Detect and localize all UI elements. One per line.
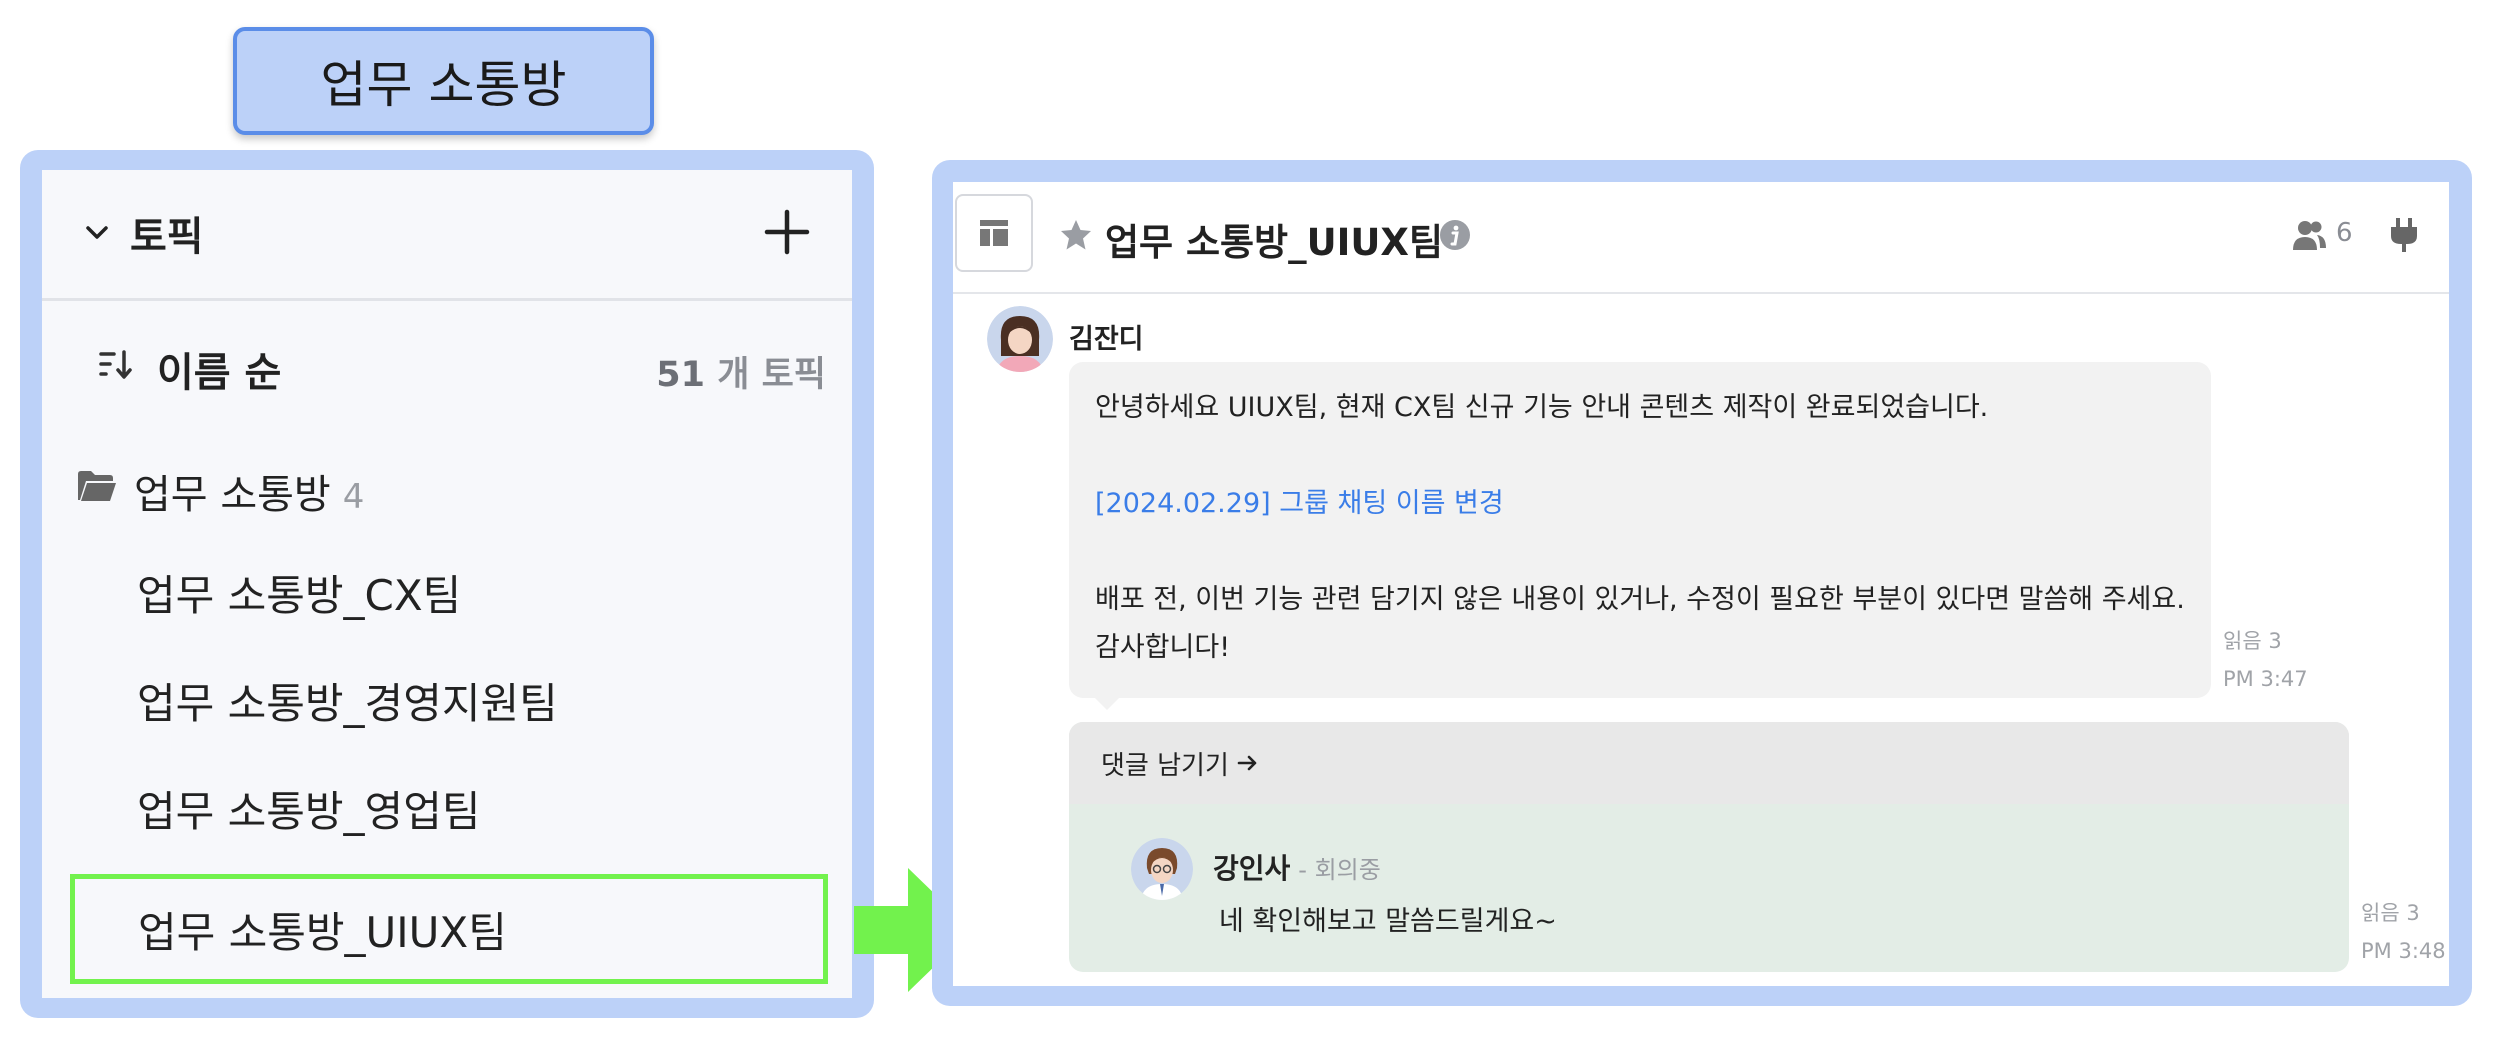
plug-icon[interactable] bbox=[2387, 216, 2421, 254]
avatar-image bbox=[1131, 838, 1193, 900]
chevron-down-icon[interactable] bbox=[84, 220, 110, 246]
topic-item-label: 업무 소통방_UIUX팀 bbox=[138, 907, 507, 957]
layout-icon bbox=[980, 220, 1008, 246]
message-line: 감사합니다! bbox=[1095, 632, 1231, 663]
folder-label: 업무 소통방 4 bbox=[134, 462, 364, 520]
layout-toggle-button[interactable] bbox=[955, 194, 1033, 272]
chat-title: 업무 소통방_UIUX팀 bbox=[1105, 221, 1444, 264]
topic-count-number: 51 bbox=[656, 355, 706, 395]
timestamp: PM 3:47 bbox=[2223, 667, 2308, 691]
topic-count: 51 개 토픽 bbox=[656, 346, 826, 397]
bubble-tail bbox=[1093, 696, 1121, 710]
avatar-image bbox=[987, 306, 1053, 372]
avatar[interactable] bbox=[987, 306, 1053, 372]
leave-comment-button[interactable]: 댓글 남기기 bbox=[1069, 722, 2349, 804]
reply-avatar[interactable] bbox=[1131, 838, 1193, 900]
sort-row[interactable]: 이름 순 51 개 토픽 bbox=[42, 330, 852, 400]
message-link[interactable]: [2024.02.29] 그룹 채팅 이름 변경 bbox=[1095, 480, 2185, 528]
section-title: 토픽 bbox=[130, 214, 204, 260]
folder-row[interactable]: 업무 소통방 4 bbox=[42, 452, 852, 522]
topic-item-uiux-selected[interactable]: 업무 소통방_UIUX팀 bbox=[70, 874, 828, 984]
message-bubble: 안녕하세요 UIUX팀, 현재 CX팀 신규 기능 안내 콘텐츠 제작이 완료되… bbox=[1069, 362, 2211, 698]
chat-frame: 업무 소통방_UIUX팀 6 김잔디 안녕하세요 UIUX팀, 현재 CX팀 신… bbox=[932, 160, 2472, 1006]
sort-icon bbox=[99, 350, 132, 379]
members-icon[interactable] bbox=[2291, 218, 2327, 252]
reply-status: - 회의중 bbox=[1298, 856, 1381, 884]
folder-count: 4 bbox=[342, 477, 365, 517]
info-icon[interactable] bbox=[1438, 218, 1472, 252]
topic-header: 토픽 bbox=[42, 170, 852, 301]
folder-name: 업무 소통방 bbox=[134, 472, 331, 518]
timestamp: PM 3:48 bbox=[2361, 939, 2446, 963]
plus-icon[interactable] bbox=[759, 204, 815, 260]
topic-item-sales[interactable]: 업무 소통방_영업팀 bbox=[137, 778, 480, 839]
sort-label: 이름 순 bbox=[157, 350, 282, 396]
folder-icon bbox=[78, 471, 116, 501]
arrow-right-icon bbox=[1237, 755, 1257, 771]
message-line: 안녕하세요 UIUX팀, 현재 CX팀 신규 기능 안내 콘텐츠 제작이 완료되… bbox=[1095, 392, 1989, 423]
read-count: 읽음 3 bbox=[2223, 629, 2282, 653]
topic-sidebar: 토픽 이름 순 51 개 토픽 업무 소통방 4 업무 소통방_CX팀 업무 소통… bbox=[42, 170, 852, 998]
comment-label: 댓글 남기기 bbox=[1101, 750, 1229, 781]
message-meta: 읽음 3 PM 3:47 bbox=[2223, 622, 2308, 698]
reply-author: 강인사 - 회의중 bbox=[1213, 847, 1381, 887]
star-icon[interactable] bbox=[1059, 218, 1093, 252]
chat-header: 업무 소통방_UIUX팀 6 bbox=[953, 182, 2449, 294]
chat-window: 업무 소통방_UIUX팀 6 김잔디 안녕하세요 UIUX팀, 현재 CX팀 신… bbox=[953, 182, 2449, 986]
caption-label: 업무 소통방 bbox=[320, 56, 567, 114]
message-author: 김잔디 bbox=[1069, 324, 1144, 355]
topic-count-unit: 개 토픽 bbox=[717, 355, 826, 395]
member-count: 6 bbox=[2336, 218, 2353, 248]
sidebar-frame: 토픽 이름 순 51 개 토픽 업무 소통방 4 업무 소통방_CX팀 업무 소통… bbox=[20, 150, 874, 1018]
read-count: 읽음 3 bbox=[2361, 901, 2420, 925]
topic-item-cx[interactable]: 업무 소통방_CX팀 bbox=[137, 562, 461, 623]
reply-meta: 읽음 3 PM 3:48 bbox=[2361, 894, 2446, 970]
reply-text: 네 확인해보고 말씀드릴게요~ bbox=[1219, 906, 1557, 937]
reply-author-name: 강인사 bbox=[1213, 852, 1291, 885]
topic-item-management[interactable]: 업무 소통방_경영지원팀 bbox=[137, 670, 558, 731]
message-line: 배포 전, 이번 기능 관련 담기지 않은 내용이 있거나, 수정이 필요한 부… bbox=[1095, 584, 2185, 615]
caption-tag: 업무 소통방 bbox=[233, 27, 654, 135]
comment-thread: 댓글 남기기 강인사 - 회의중 네 확인해보고 말씀드릴게요~ bbox=[1069, 722, 2349, 972]
